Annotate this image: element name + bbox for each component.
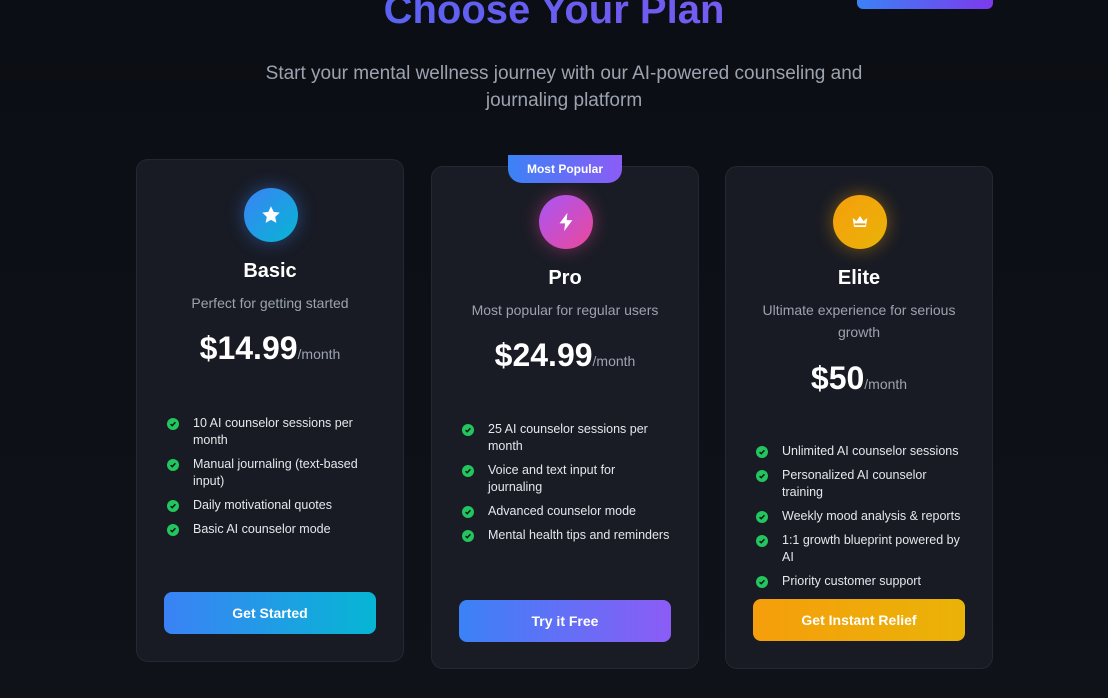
- feature-list: Unlimited AI counselor sessions Personal…: [756, 443, 966, 597]
- pricing-page: Choose Your Plan Start your mental welln…: [0, 0, 1108, 698]
- feature-text: Advanced counselor mode: [488, 504, 637, 518]
- feature-text: 10 AI counselor sessions per month: [193, 416, 353, 447]
- feature-item: Advanced counselor mode: [462, 503, 672, 520]
- most-popular-badge: Most Popular: [508, 155, 622, 183]
- page-title: Choose Your Plan: [0, 0, 1108, 34]
- price-amount: $50: [810, 360, 865, 396]
- price-period: /month: [297, 346, 341, 362]
- crown-icon: [833, 195, 887, 249]
- feature-item: Unlimited AI counselor sessions: [756, 443, 966, 460]
- feature-text: Basic AI counselor mode: [193, 522, 331, 536]
- price-amount: $14.99: [199, 330, 298, 366]
- check-icon: [167, 524, 179, 536]
- feature-text: Mental health tips and reminders: [488, 528, 670, 542]
- plan-description: Ultimate experience for serious growth: [762, 302, 956, 340]
- check-icon: [167, 459, 179, 471]
- plan-price: $24.99/month: [432, 337, 698, 374]
- plan-price: $14.99/month: [137, 330, 403, 367]
- check-icon: [756, 576, 768, 588]
- check-icon: [756, 470, 768, 482]
- check-icon: [756, 511, 768, 523]
- check-icon: [756, 446, 768, 458]
- feature-list: 25 AI counselor sessions per month Voice…: [462, 421, 672, 551]
- feature-list: 10 AI counselor sessions per month Manua…: [167, 415, 377, 545]
- star-icon: [244, 188, 298, 242]
- plan-price: $50/month: [726, 360, 992, 397]
- page-subtitle: Start your mental wellness journey with …: [265, 63, 863, 111]
- feature-item: 10 AI counselor sessions per month: [167, 415, 377, 449]
- feature-text: 25 AI counselor sessions per month: [488, 422, 648, 453]
- lightning-icon: [539, 195, 593, 249]
- feature-text: Unlimited AI counselor sessions: [782, 444, 959, 458]
- check-icon: [462, 465, 474, 477]
- feature-text: 1:1 growth blueprint powered by AI: [782, 533, 960, 564]
- feature-item: Priority customer support: [756, 573, 966, 590]
- feature-text: Priority customer support: [782, 574, 921, 588]
- plan-description: Most popular for regular users: [471, 302, 659, 318]
- check-icon: [462, 530, 474, 542]
- check-icon: [462, 506, 474, 518]
- feature-text: Voice and text input for journaling: [488, 463, 616, 494]
- check-icon: [756, 535, 768, 547]
- feature-text: Daily motivational quotes: [193, 498, 332, 512]
- plan-name: Pro: [548, 267, 582, 289]
- feature-item: 1:1 growth blueprint powered by AI: [756, 532, 966, 566]
- get-started-button[interactable]: Get Started: [164, 592, 376, 634]
- check-icon: [167, 500, 179, 512]
- price-period: /month: [864, 376, 908, 392]
- feature-item: Manual journaling (text-based input): [167, 456, 377, 490]
- get-instant-relief-button[interactable]: Get Instant Relief: [753, 599, 965, 641]
- feature-item: Basic AI counselor mode: [167, 521, 377, 538]
- feature-item: Mental health tips and reminders: [462, 527, 672, 544]
- check-icon: [462, 424, 474, 436]
- feature-item: Daily motivational quotes: [167, 497, 377, 514]
- plan-card-pro: Most Popular Pro Most popular for regula…: [431, 155, 699, 669]
- feature-item: Voice and text input for journaling: [462, 462, 672, 496]
- plan-card-elite: Elite Ultimate experience for serious gr…: [725, 166, 993, 669]
- feature-text: Weekly mood analysis & reports: [782, 509, 961, 523]
- plan-name: Basic: [243, 260, 297, 282]
- feature-text: Personalized AI counselor training: [782, 468, 927, 499]
- try-it-free-button[interactable]: Try it Free: [459, 600, 671, 642]
- plan-name: Elite: [837, 267, 881, 289]
- plan-description: Perfect for getting started: [191, 295, 349, 311]
- check-icon: [167, 418, 179, 430]
- feature-text: Manual journaling (text-based input): [193, 457, 358, 488]
- price-amount: $24.99: [494, 337, 593, 373]
- feature-item: Personalized AI counselor training: [756, 467, 966, 501]
- price-period: /month: [592, 353, 636, 369]
- plan-card-basic: Basic Perfect for getting started $14.99…: [136, 159, 404, 662]
- feature-item: 25 AI counselor sessions per month: [462, 421, 672, 455]
- feature-item: Weekly mood analysis & reports: [756, 508, 966, 525]
